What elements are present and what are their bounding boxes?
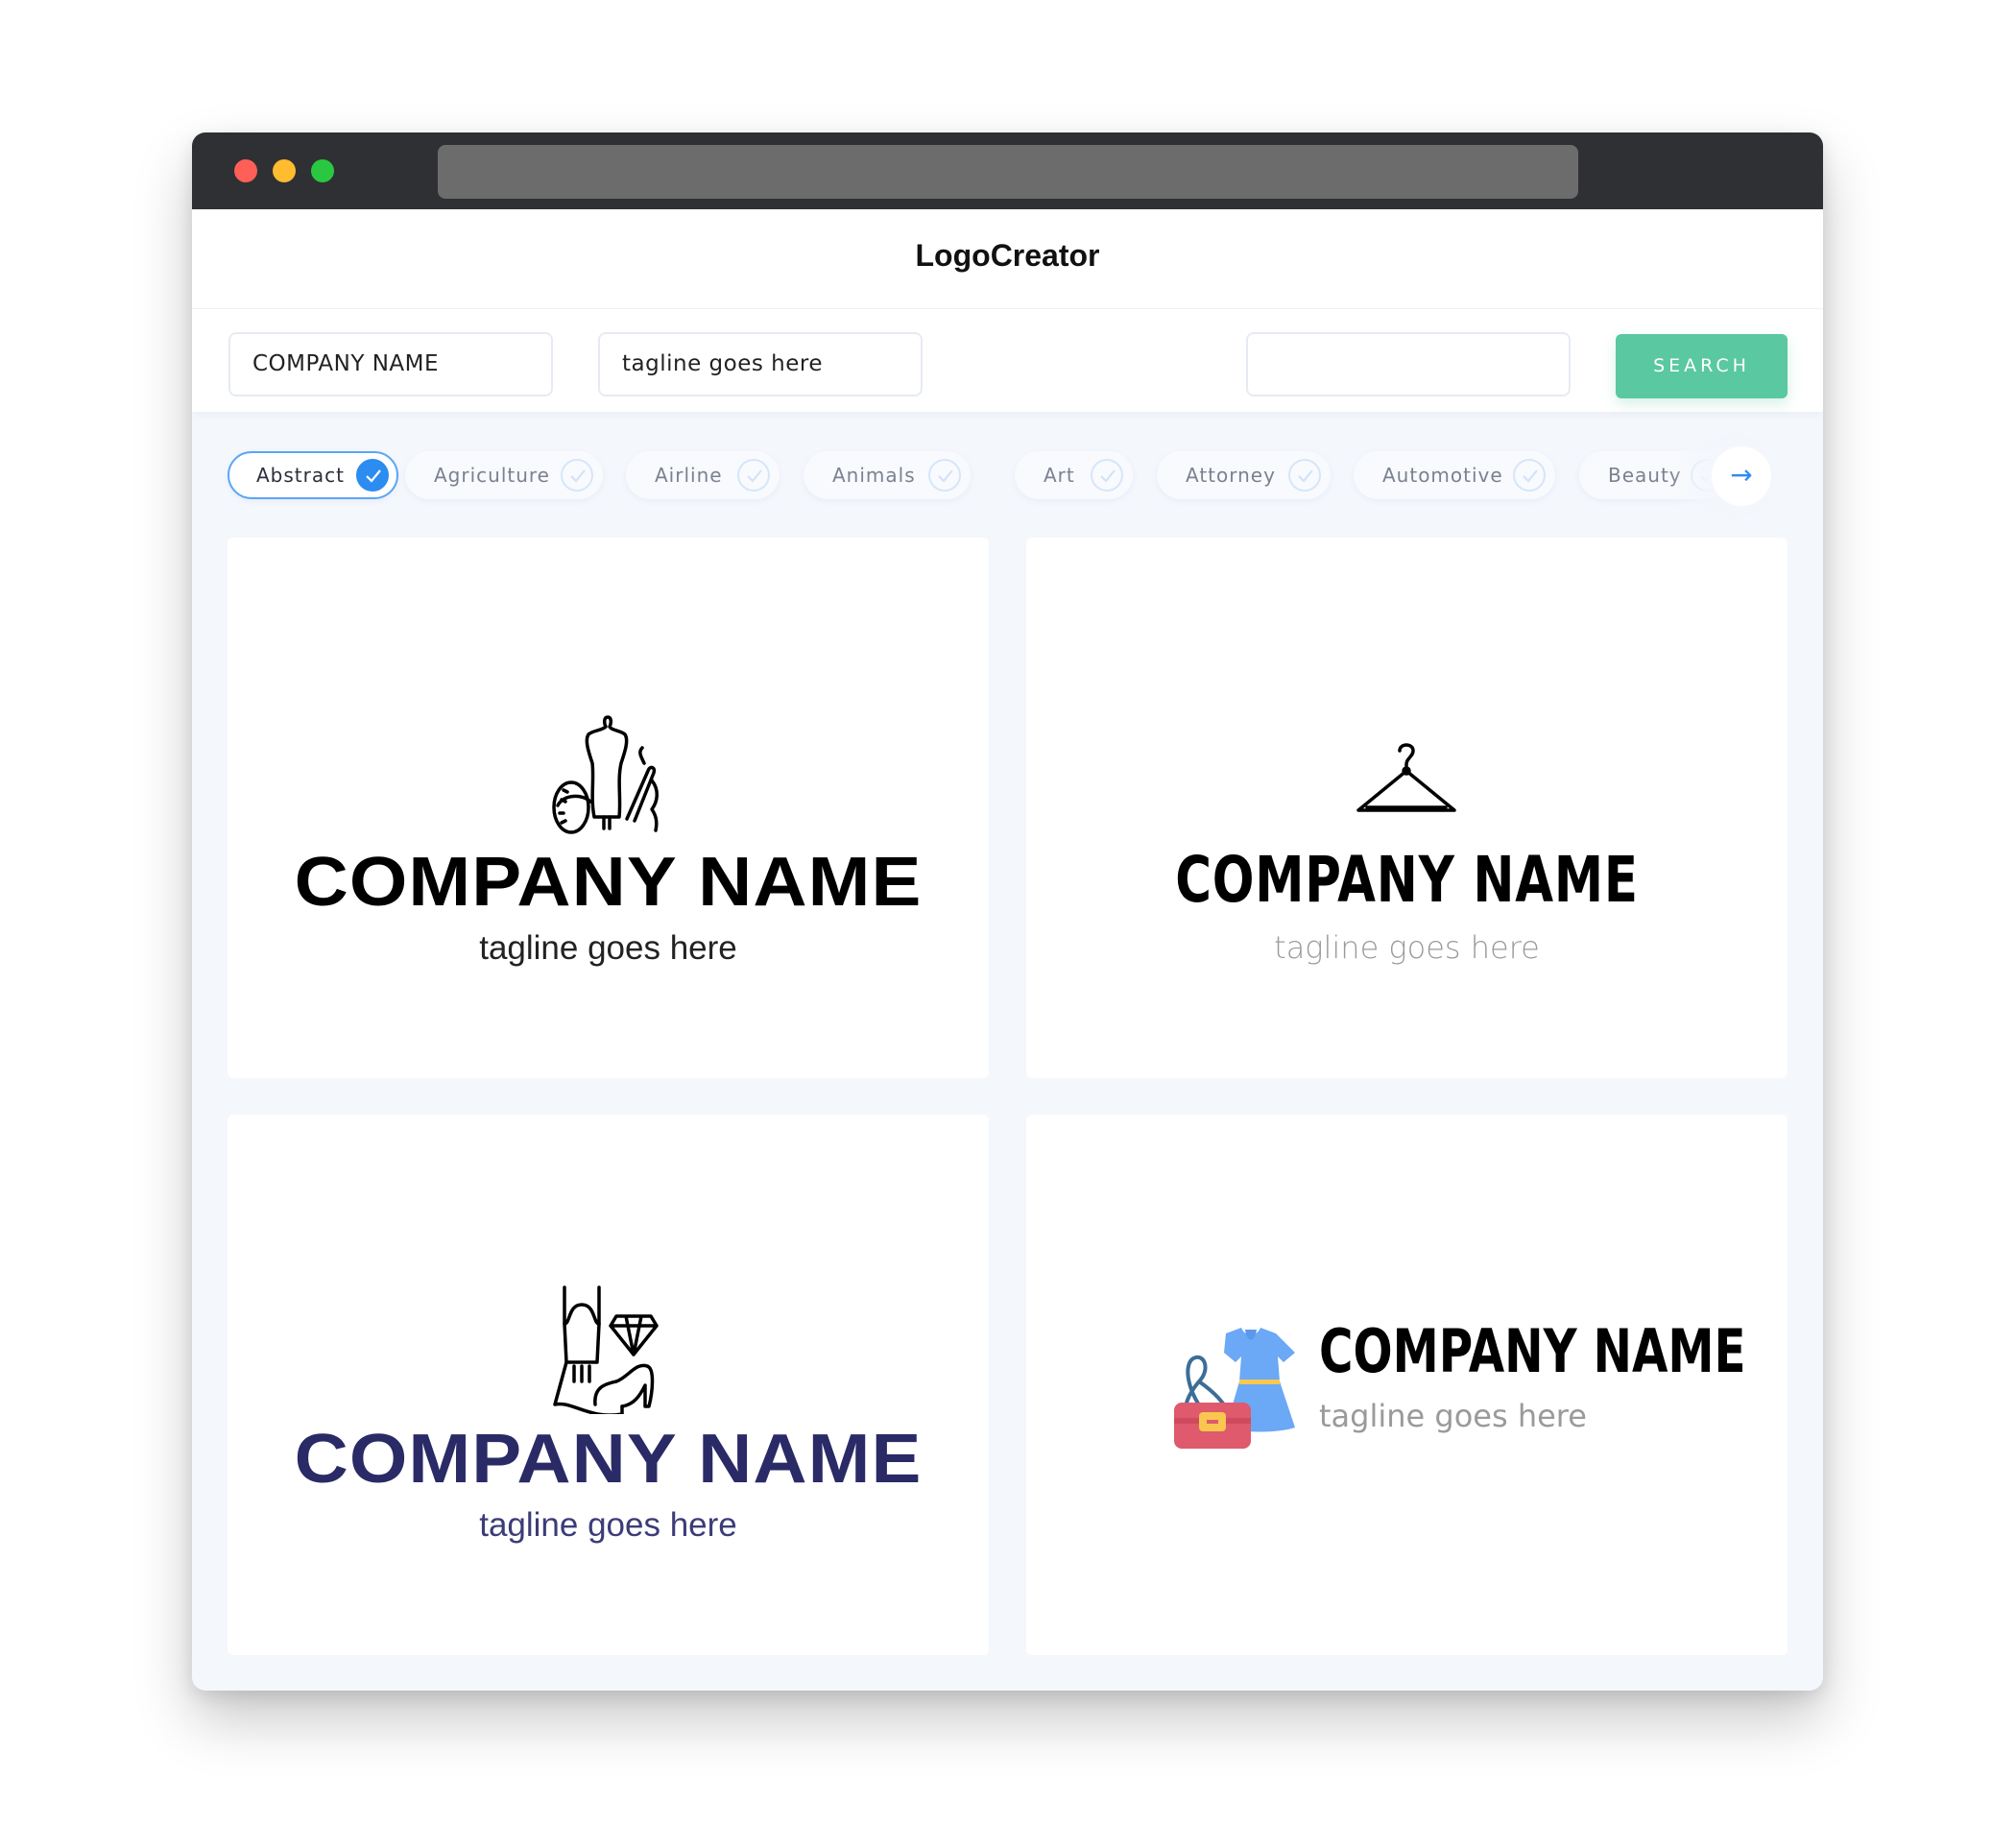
next-categories-button[interactable]: → <box>1712 446 1771 506</box>
logo-company-name: COMPANY NAME <box>294 1421 923 1498</box>
keyword-input[interactable] <box>1246 332 1571 396</box>
tagline-input[interactable]: tagline goes here <box>598 332 923 396</box>
category-filters: Abstract Agriculture Airline Animals Art… <box>192 412 1823 537</box>
filter-label: Art <box>1044 464 1075 487</box>
browser-window: LogoCreator COMPANY NAME tagline goes he… <box>192 132 1823 1691</box>
app-header: LogoCreator <box>192 209 1823 309</box>
logo-tagline: tagline goes here <box>1274 929 1540 966</box>
filter-label: Abstract <box>256 464 345 487</box>
filter-automotive[interactable]: Automotive <box>1354 451 1555 499</box>
logo-tagline: tagline goes here <box>1319 1398 1587 1434</box>
search-bar: COMPANY NAME tagline goes here SEARCH <box>192 309 1823 412</box>
title-bar <box>192 132 1823 209</box>
check-icon <box>561 459 593 492</box>
logo-company-name: COMPANY NAME <box>294 844 923 921</box>
filter-label: Airline <box>655 464 723 487</box>
check-icon <box>928 459 961 492</box>
check-icon <box>1513 459 1546 492</box>
filter-abstract[interactable]: Abstract <box>228 451 398 499</box>
check-icon <box>356 459 389 492</box>
filter-attorney[interactable]: Attorney <box>1157 451 1331 499</box>
logo-card[interactable]: COMPANY NAME tagline goes here <box>1026 538 1788 1078</box>
filter-label: Attorney <box>1186 464 1276 487</box>
logo-card[interactable]: COMPANY NAME tagline goes here <box>228 538 989 1078</box>
logo-tagline: tagline goes here <box>479 1506 737 1544</box>
check-icon <box>737 459 770 492</box>
logo-card[interactable]: COMPANY NAME tagline goes here <box>1026 1115 1788 1655</box>
logo-company-name: COMPANY NAME <box>1319 1316 1746 1386</box>
logo-company-name: COMPANY NAME <box>1175 843 1639 917</box>
app-title: LogoCreator <box>915 238 1100 273</box>
check-icon <box>1288 459 1321 492</box>
filter-art[interactable]: Art <box>1015 451 1133 499</box>
minimize-window-button[interactable] <box>273 159 296 182</box>
logo-card[interactable]: COMPANY NAME tagline goes here <box>228 1115 989 1655</box>
filter-airline[interactable]: Airline <box>626 451 780 499</box>
check-icon <box>1091 459 1123 492</box>
maximize-window-button[interactable] <box>311 159 334 182</box>
arrow-right-icon: → <box>1730 459 1753 491</box>
dress-diamond-heel-icon <box>553 1285 666 1418</box>
clothes-hanger-icon <box>1356 741 1457 818</box>
filter-label: Automotive <box>1382 464 1503 487</box>
address-bar[interactable] <box>438 145 1578 199</box>
filter-label: Animals <box>832 464 916 487</box>
logo-tagline: tagline goes here <box>479 929 737 967</box>
filter-label: Agriculture <box>434 464 550 487</box>
close-window-button[interactable] <box>234 159 257 182</box>
filter-animals[interactable]: Animals <box>804 451 971 499</box>
mannequin-sewing-icon <box>544 713 673 840</box>
filter-agriculture[interactable]: Agriculture <box>405 451 603 499</box>
dress-handbag-icon <box>1172 1324 1303 1454</box>
company-name-input[interactable]: COMPANY NAME <box>228 332 553 396</box>
search-button[interactable]: SEARCH <box>1616 334 1788 398</box>
